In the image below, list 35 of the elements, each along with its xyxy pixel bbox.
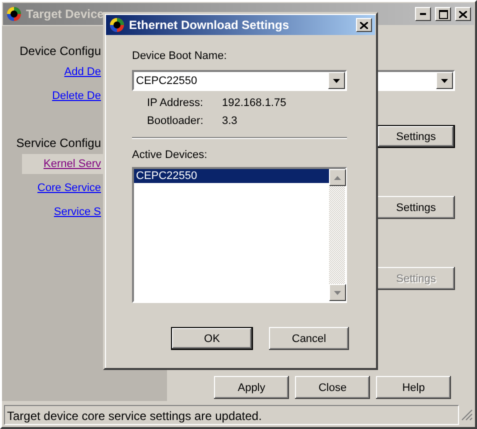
caret-icon bbox=[334, 176, 341, 180]
window-title: Target Device bbox=[26, 7, 105, 21]
settings-button[interactable]: Settings bbox=[377, 196, 455, 219]
dialog-button[interactable]: Cancel bbox=[269, 327, 349, 350]
footer-button[interactable]: Apply bbox=[214, 376, 289, 399]
close-button[interactable] bbox=[356, 18, 372, 32]
status-bar: Target device core service settings are updated. bbox=[4, 405, 459, 425]
caret-icon bbox=[334, 290, 341, 294]
footer-button[interactable]: Help bbox=[376, 376, 451, 399]
close-icon bbox=[459, 10, 467, 18]
field-label: Device Boot Name: bbox=[132, 50, 228, 62]
dialog-title: Ethernet Download Settings bbox=[129, 18, 290, 32]
info-value: 192.168.1.75 bbox=[222, 97, 288, 109]
caret-icon bbox=[441, 78, 448, 82]
maximize-button[interactable] bbox=[435, 7, 451, 21]
footer-button[interactable]: Close bbox=[295, 376, 370, 399]
settings-button[interactable]: Settings bbox=[377, 125, 455, 148]
close-icon bbox=[360, 22, 368, 28]
info-value: 3.3 bbox=[222, 115, 238, 127]
dialog-button[interactable]: OK bbox=[171, 327, 253, 350]
info-label: IP Address: bbox=[147, 97, 204, 109]
boot-name-dropdown[interactable]: CEPC22550 bbox=[132, 70, 347, 91]
minimize-button[interactable] bbox=[415, 7, 431, 21]
list-item[interactable]: CEPC22550 bbox=[134, 169, 329, 183]
app-logo-icon bbox=[109, 17, 125, 33]
section-heading: Device Configu bbox=[20, 44, 101, 58]
close-button[interactable] bbox=[455, 7, 471, 21]
maximize-icon bbox=[438, 10, 448, 18]
section-heading: Service Configu bbox=[16, 136, 101, 150]
app-logo-icon bbox=[6, 6, 22, 22]
scrollbar[interactable] bbox=[329, 169, 345, 301]
info-label: Bootloader: bbox=[147, 115, 204, 127]
resize-grip-icon bbox=[461, 409, 473, 421]
minimize-icon bbox=[420, 13, 426, 15]
caret-icon bbox=[333, 78, 340, 82]
